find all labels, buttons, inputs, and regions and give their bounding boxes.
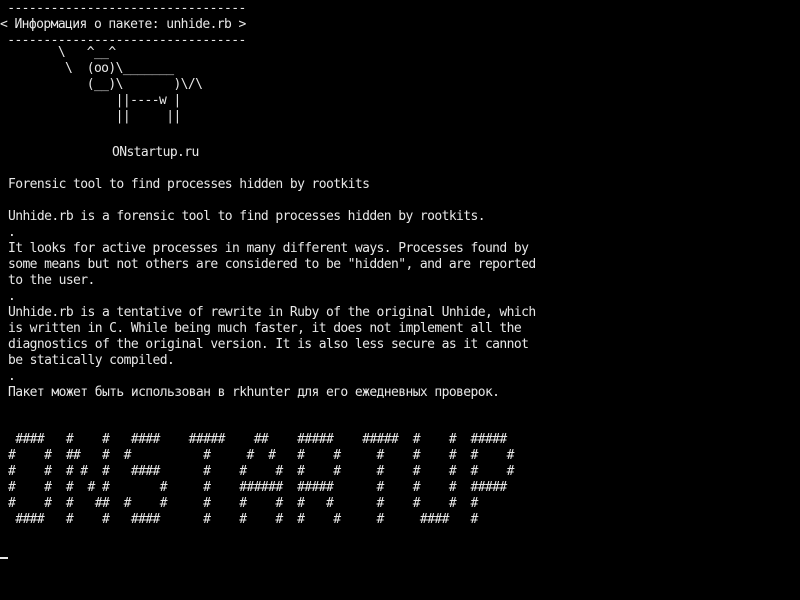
onstartup-ascii-banner: #### # # #### ##### ## ##### ##### # # #… bbox=[8, 432, 514, 527]
cow-ascii-art: \ ^__^ \ (oo)\_______ (__)\ )\/\ ||----w… bbox=[57, 45, 203, 124]
package-long-description: Unhide.rb is a forensic tool to find pro… bbox=[8, 209, 536, 400]
banner-title: < Информация о пакете: unhide.rb > bbox=[0, 17, 246, 32]
package-info-banner: --------------------------------- < Инфо… bbox=[0, 1, 246, 49]
package-short-description: Forensic tool to find processes hidden b… bbox=[8, 177, 370, 192]
site-label: ONstartup.ru bbox=[112, 145, 199, 160]
terminal-screen[interactable]: --------------------------------- < Инфо… bbox=[0, 0, 800, 600]
banner-top-border: --------------------------------- bbox=[0, 1, 246, 16]
terminal-cursor bbox=[0, 557, 8, 559]
